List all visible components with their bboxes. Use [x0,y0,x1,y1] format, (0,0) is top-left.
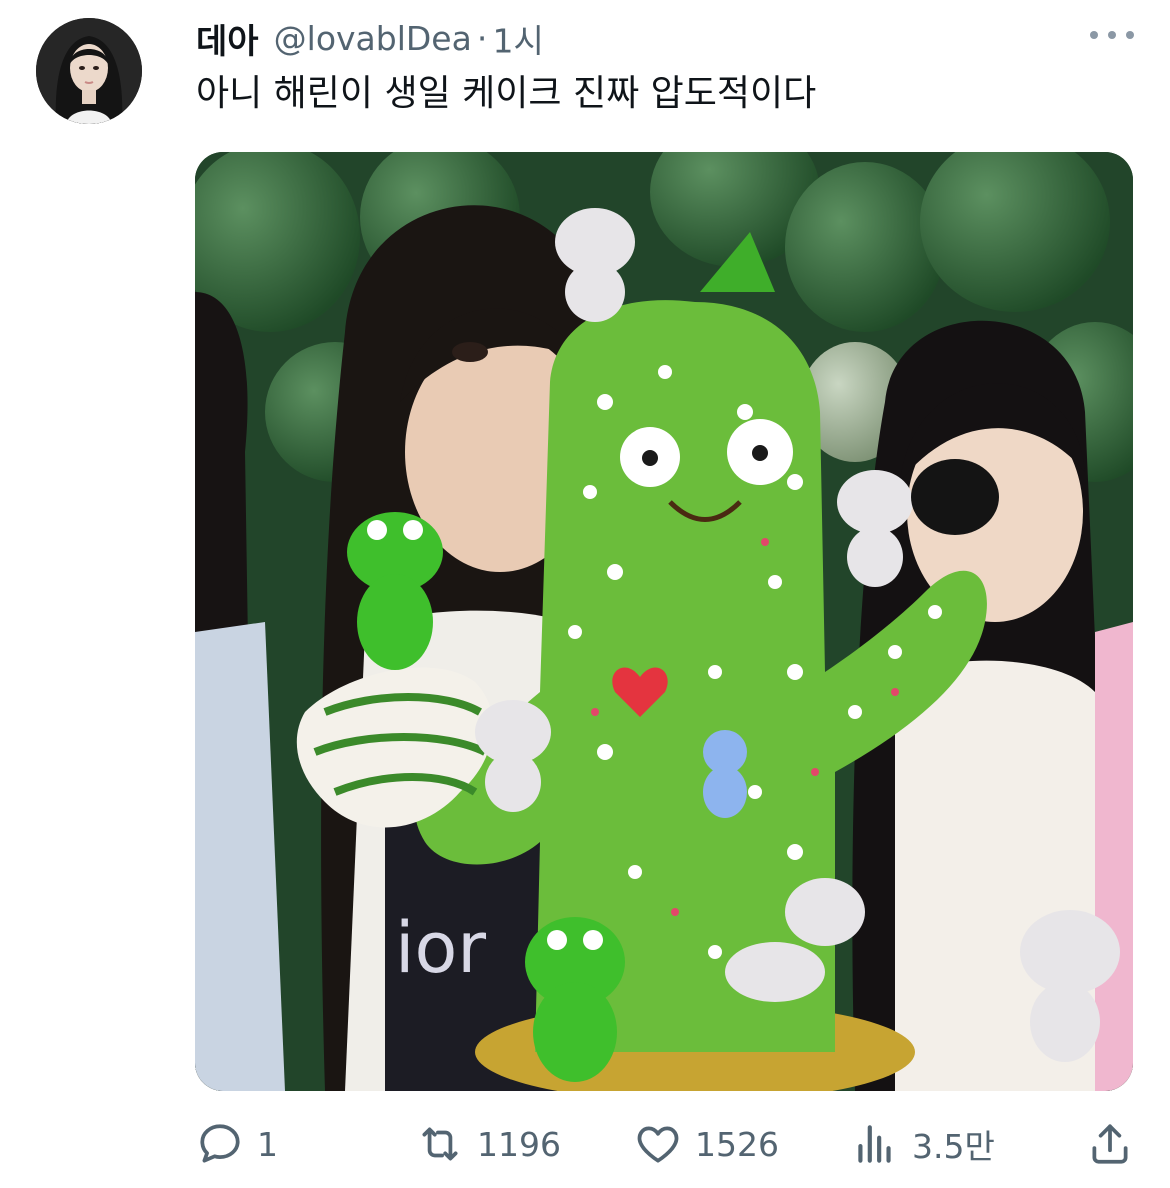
retweet-icon [422,1127,458,1161]
photo-cactus-cake: ior [195,152,1133,1091]
tweet-text: 아니 해린이 생일 케이크 진짜 압도적이다 [196,73,817,114]
share-icon [1092,1124,1128,1164]
avatar[interactable] [36,18,142,124]
reply-button[interactable]: 1 [195,1112,278,1176]
timestamp[interactable]: 1시 [493,22,544,61]
shirt-print-text: ior [395,907,486,989]
tweet-media-photo[interactable]: ior [195,152,1133,1091]
views-count: 3.5만 [912,1127,995,1166]
more-horizontal-icon[interactable] [1084,20,1140,50]
avatar-image [36,18,142,124]
retweet-count: 1196 [477,1124,561,1164]
bar-chart-icon [858,1125,891,1163]
reply-icon [200,1124,240,1163]
reply-count: 1 [257,1124,278,1164]
like-count: 1526 [695,1124,779,1164]
heart-icon [637,1126,679,1163]
user-handle[interactable]: @lovablDea [274,19,472,58]
like-button[interactable]: 1526 [633,1112,779,1176]
retweet-button[interactable]: 1196 [415,1112,561,1176]
views-button[interactable]: 3.5만 [850,1112,995,1176]
share-button[interactable] [1085,1112,1135,1176]
tweet-action-bar: 1 1196 1526 3.5만 [195,1112,1133,1176]
display-name[interactable]: 데아 [196,22,259,62]
tweet-header: 데아 @lovablDea · 1시 [196,14,1140,64]
separator-dot: · [476,19,488,58]
